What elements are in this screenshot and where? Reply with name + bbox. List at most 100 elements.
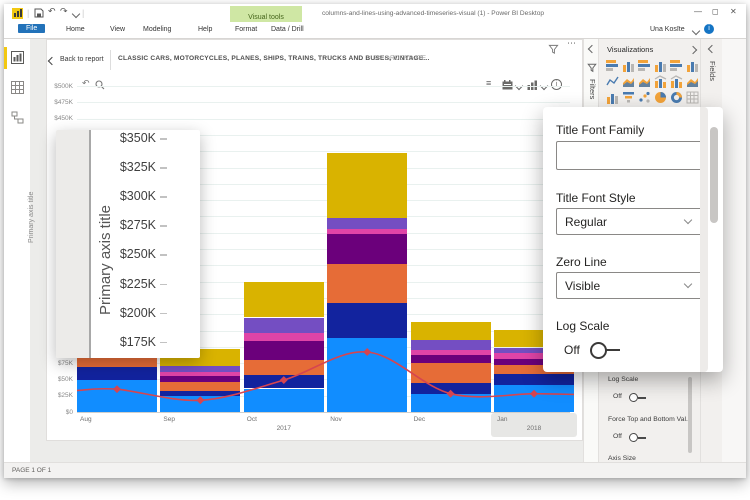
back-to-report-link[interactable]: Back to report — [60, 56, 104, 63]
undo-icon[interactable]: ↶ — [48, 6, 56, 17]
bar-segment-motorcycles[interactable] — [160, 391, 241, 396]
bar-segment-classic-cars[interactable] — [410, 393, 491, 412]
filter-funnel-icon[interactable] — [548, 44, 559, 55]
bar-segment-trains[interactable] — [243, 332, 324, 341]
line-and-stacked-column-chart-icon[interactable] — [654, 75, 667, 88]
visualizations-collapse-icon[interactable] — [688, 45, 698, 55]
bar-segment-classic-cars[interactable] — [327, 337, 408, 412]
bar-segment-classic-cars[interactable] — [77, 380, 157, 412]
bar-segment-motorcycles[interactable] — [410, 383, 491, 394]
save-icon[interactable] — [34, 8, 44, 18]
bar-segment-trucks-and-buses[interactable] — [327, 217, 408, 230]
maximize-button[interactable]: ◻ — [712, 7, 719, 16]
popup-scrollbar-thumb[interactable] — [710, 127, 718, 223]
zero-line-select[interactable]: Visible — [556, 272, 702, 299]
bar-segment-ships[interactable] — [327, 234, 408, 264]
fields-expand-icon[interactable] — [707, 44, 717, 54]
data-view-icon[interactable] — [11, 81, 24, 94]
title-font-style-select[interactable]: Regular — [556, 208, 702, 235]
bar-segment-ships[interactable] — [160, 376, 241, 382]
bar-segment-ships[interactable] — [410, 354, 491, 364]
bar-segment-classic-cars[interactable] — [243, 388, 324, 412]
magnifier-axis-border — [89, 130, 91, 358]
redo-icon[interactable]: ↷ — [60, 6, 68, 17]
100-stacked-column-chart-icon[interactable] — [686, 59, 699, 72]
bar-segment-trucks-and-buses[interactable] — [160, 366, 241, 373]
chart-undo-icon[interactable]: ↶ — [82, 78, 90, 89]
funnel-chart-icon[interactable] — [622, 91, 635, 104]
ribbon-tab-file[interactable]: File — [18, 24, 46, 33]
line-chart-icon[interactable] — [606, 75, 619, 88]
bar-segment-motorcycles[interactable] — [327, 303, 408, 338]
bar-segment-vintage-cars[interactable] — [327, 152, 408, 218]
magnifier-tick-mark — [160, 254, 167, 256]
ribbon-tab-data-drill[interactable]: Data / Drill — [271, 26, 304, 33]
clustered-column-chart-icon[interactable] — [654, 59, 667, 72]
stacked-area-chart-icon[interactable] — [638, 75, 651, 88]
chart-type-icon[interactable] — [527, 80, 538, 90]
title-font-family-input[interactable] — [556, 141, 706, 170]
model-view-icon[interactable] — [11, 111, 24, 124]
100-stacked-bar-chart-icon[interactable] — [670, 59, 683, 72]
bar-segment-vintage-cars[interactable] — [243, 281, 324, 318]
bar-segment-planes[interactable] — [160, 382, 241, 392]
user-menu-chevron-icon[interactable] — [691, 26, 701, 36]
log-scale-toggle[interactable] — [629, 393, 638, 402]
magnifier-tick-label: $250K — [119, 247, 156, 262]
bar-segment-trucks-and-buses[interactable] — [410, 340, 491, 351]
close-button[interactable]: ✕ — [730, 7, 737, 16]
magnifier-tick-mark — [160, 138, 167, 140]
bar-segment-trains[interactable] — [160, 372, 241, 377]
waterfall-chart-icon[interactable] — [606, 91, 619, 104]
pane-scrollbar[interactable] — [688, 377, 692, 453]
bar-segment-planes[interactable] — [327, 264, 408, 304]
donut-chart-icon[interactable] — [670, 91, 683, 104]
clustered-bar-chart-icon[interactable] — [638, 59, 651, 72]
bar-segment-ships[interactable] — [243, 340, 324, 360]
force-top-bottom-toggle[interactable] — [629, 433, 638, 442]
popup-log-scale-toggle[interactable] — [590, 342, 607, 359]
bar-segment-trains[interactable] — [327, 229, 408, 234]
area-chart-icon[interactable] — [622, 75, 635, 88]
bar-segment-trucks-and-buses[interactable] — [243, 317, 324, 333]
ribbon-tab-view[interactable]: View — [110, 26, 125, 33]
separator: | — [82, 8, 85, 18]
ribbon-tab-format[interactable]: Format — [235, 26, 257, 33]
stacked-bar-chart-icon[interactable] — [606, 59, 619, 72]
visual-more-options-icon[interactable]: ⋯ — [567, 38, 576, 49]
calendar-icon[interactable] — [502, 80, 513, 90]
bar-segment-vintage-cars[interactable] — [410, 322, 491, 341]
list-icon[interactable]: ≡ — [486, 78, 491, 88]
bar-segment-classic-cars[interactable] — [160, 395, 241, 412]
axis-size-label: Axis Size — [608, 455, 636, 462]
bar-segment-trains[interactable] — [410, 350, 491, 355]
stacked-column-chart-icon[interactable] — [622, 59, 635, 72]
help-info-icon[interactable]: i — [704, 24, 714, 34]
ribbon-tab-home[interactable]: Home — [66, 26, 85, 33]
ribbon-tab-help[interactable]: Help — [198, 26, 212, 33]
scatter-chart-icon[interactable] — [638, 91, 651, 104]
visual-subtitle: BY ORDERDATE — [374, 55, 427, 62]
filters-expand-icon[interactable] — [587, 44, 597, 54]
line-and-clustered-column-chart-icon[interactable] — [670, 75, 683, 88]
chart-zoom-icon[interactable] — [95, 80, 105, 90]
bar-segment-classic-cars[interactable] — [494, 384, 574, 412]
pie-chart-icon[interactable] — [654, 91, 667, 104]
quick-access-menu-icon[interactable] — [71, 9, 81, 19]
screenshot-stage: | ↶ ↷ | Visual tools columns-and-lines-u… — [0, 0, 750, 500]
info-icon[interactable]: i — [551, 79, 562, 90]
bar-segment-motorcycles[interactable] — [77, 367, 157, 380]
header-divider — [110, 50, 111, 70]
bar-segment-motorcycles[interactable] — [243, 374, 324, 389]
ribbon-tab-modeling[interactable]: Modeling — [143, 26, 171, 33]
contextual-tab-group: Visual tools — [230, 6, 302, 22]
matrix-icon[interactable] — [686, 91, 699, 104]
minimize-button[interactable]: — — [694, 7, 702, 16]
bar-segment-planes[interactable] — [410, 363, 491, 384]
ribbon-chart-icon[interactable] — [686, 75, 699, 88]
signed-in-user[interactable]: Una Kosīte — [650, 26, 685, 33]
magnifier-canvas-strip — [56, 130, 89, 358]
bar-segment-planes[interactable] — [243, 359, 324, 375]
bar-segment-motorcycles[interactable] — [494, 374, 574, 385]
report-view-icon[interactable] — [11, 51, 24, 64]
